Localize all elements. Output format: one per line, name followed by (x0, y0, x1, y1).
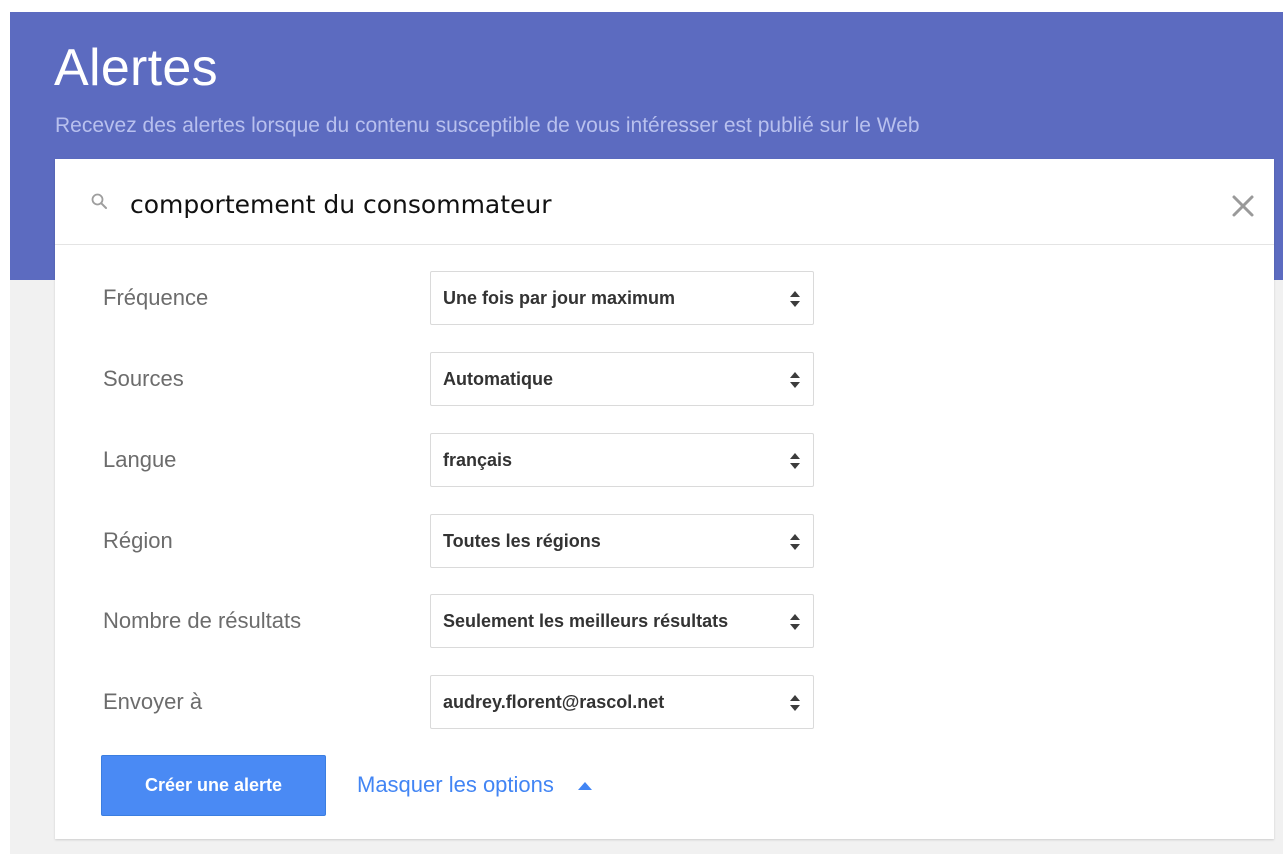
region-label: Région (103, 528, 173, 553)
option-row-results: Nombre de résultats Seulement les meille… (55, 594, 1274, 648)
search-bar (55, 159, 1274, 245)
language-select[interactable]: français (430, 433, 814, 487)
language-value: français (443, 450, 513, 470)
results-label: Nombre de résultats (103, 608, 302, 633)
option-row-frequency: Fréquence Une fois par jour maximum (55, 271, 1274, 325)
updown-arrows-icon (790, 453, 800, 469)
create-alert-button[interactable]: Créer une alerte (101, 755, 326, 816)
deliver-value: audrey.florent@rascol.net (443, 692, 665, 712)
deliver-label: Envoyer à (103, 689, 203, 714)
left-border (0, 12, 10, 854)
updown-arrows-icon (790, 614, 800, 630)
hide-options-link[interactable]: Masquer les options (357, 771, 554, 799)
updown-arrows-icon (790, 372, 800, 388)
search-icon (91, 193, 107, 209)
region-select[interactable]: Toutes les régions (430, 514, 814, 568)
option-row-deliver: Envoyer à audrey.florent@rascol.net (55, 675, 1274, 729)
close-icon[interactable] (1230, 193, 1256, 219)
region-value: Toutes les régions (443, 531, 601, 551)
deliver-select[interactable]: audrey.florent@rascol.net (430, 675, 814, 729)
caret-up-icon[interactable] (577, 781, 593, 791)
frequency-select[interactable]: Une fois par jour maximum (430, 271, 814, 325)
frequency-value: Une fois par jour maximum (443, 288, 676, 308)
results-value: Seulement les meilleurs résultats (443, 611, 729, 631)
updown-arrows-icon (790, 534, 800, 550)
updown-arrows-icon (790, 695, 800, 711)
search-input[interactable] (130, 187, 1210, 221)
sources-value: Automatique (443, 369, 553, 389)
page-subtitle: Recevez des alertes lorsque du contenu s… (55, 114, 920, 137)
updown-arrows-icon (790, 291, 800, 307)
sources-label: Sources (103, 366, 184, 391)
option-row-region: Région Toutes les régions (55, 514, 1274, 568)
top-border (0, 0, 1283, 12)
option-row-language: Langue français (55, 433, 1274, 487)
option-row-sources: Sources Automatique (55, 352, 1274, 406)
frequency-label: Fréquence (103, 285, 209, 310)
results-select[interactable]: Seulement les meilleurs résultats (430, 594, 814, 648)
page-title: Alertes (54, 39, 218, 97)
sources-select[interactable]: Automatique (430, 352, 814, 406)
language-label: Langue (103, 447, 177, 472)
alert-form-card: Fréquence Une fois par jour maximum Sour… (55, 159, 1274, 839)
